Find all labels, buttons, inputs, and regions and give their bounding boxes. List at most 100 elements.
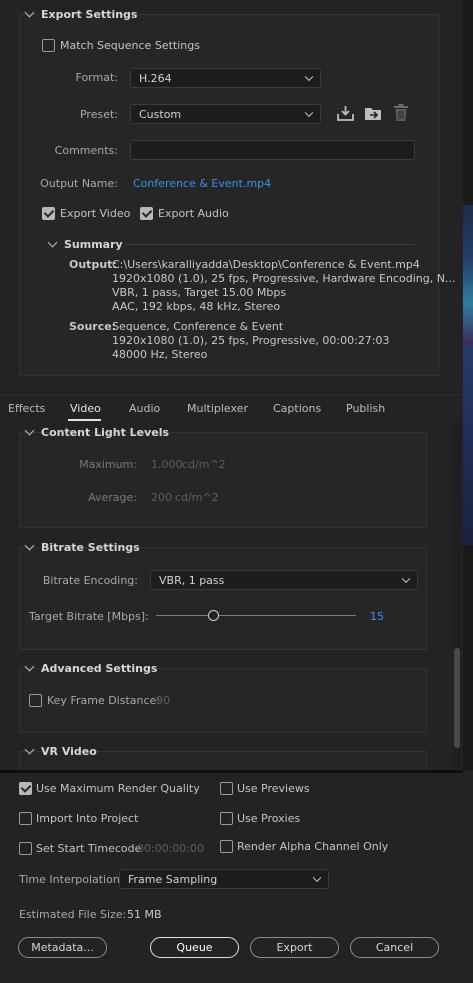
tab-publish[interactable]: Publish — [346, 402, 385, 415]
maximum-value[interactable]: 1,000 — [151, 458, 183, 471]
start-timecode-value[interactable]: 00:00:00:00 — [137, 842, 204, 855]
output-name-link[interactable]: Conference & Event.mp4 — [133, 177, 271, 190]
tab-video[interactable]: Video — [70, 402, 101, 415]
average-label: Average: — [88, 491, 137, 504]
bitrate-title: Bitrate Settings — [41, 541, 140, 554]
format-select[interactable]: H.264 — [130, 68, 321, 88]
tab-effects[interactable]: Effects — [8, 402, 45, 415]
preset-value: Custom — [139, 107, 182, 121]
export-button[interactable]: Export — [250, 937, 339, 958]
average-value[interactable]: 200 — [151, 491, 172, 504]
use-proxies-checkbox[interactable] — [220, 812, 233, 825]
key-frame-label: Key Frame Distance: — [47, 694, 161, 707]
save-preset-icon[interactable] — [336, 105, 355, 122]
bitrate-encoding-value: VBR, 1 pass — [159, 573, 225, 587]
summary-output-line: C:\Users\karalliyadda\Desktop\Conference… — [112, 258, 420, 271]
import-project-checkbox[interactable] — [19, 812, 32, 825]
summary-title: Summary — [64, 238, 123, 251]
chevron-down-icon — [24, 661, 35, 672]
delete-preset-icon[interactable] — [393, 104, 409, 122]
import-preset-icon[interactable] — [364, 105, 383, 122]
bitrate-encoding-select[interactable]: VBR, 1 pass — [150, 570, 418, 590]
slider-track — [156, 615, 356, 616]
chevron-down-icon — [47, 237, 58, 248]
target-bitrate-value[interactable]: 15 — [370, 610, 384, 623]
summary-output-line: 1920x1080 (1.0), 25 fps, Progressive, Ha… — [112, 272, 456, 285]
match-sequence-checkbox[interactable] — [42, 39, 55, 52]
summary-output-label: Output: — [69, 258, 117, 271]
export-video-label: Export Video — [60, 207, 131, 220]
advanced-header[interactable]: Advanced Settings — [24, 661, 158, 675]
bottom-divider — [0, 770, 463, 773]
queue-button[interactable]: Queue — [150, 937, 239, 958]
chevron-down-icon — [304, 72, 314, 82]
chevron-down-icon — [24, 7, 35, 18]
export-audio-label: Export Audio — [158, 207, 229, 220]
estimated-size-value: 51 MB — [127, 908, 162, 921]
time-interpolation-label: Time Interpolation: — [19, 873, 124, 886]
set-start-timecode-label: Set Start Timecode — [36, 842, 142, 855]
summary-output-line: AAC, 192 kbps, 48 kHz, Stereo — [112, 300, 281, 313]
key-frame-checkbox[interactable] — [29, 694, 42, 707]
import-project-label: Import Into Project — [36, 812, 139, 825]
export-video-checkbox[interactable] — [42, 207, 55, 220]
estimated-size-label: Estimated File Size: — [19, 908, 127, 921]
scrollbar-thumb[interactable] — [454, 648, 460, 748]
export-settings-header[interactable]: Export Settings — [24, 7, 138, 21]
content-light-panel — [19, 432, 427, 528]
advanced-title: Advanced Settings — [41, 662, 158, 675]
tab-multiplexer[interactable]: Multiplexer — [187, 402, 248, 415]
use-previews-checkbox[interactable] — [220, 782, 233, 795]
summary-divider — [125, 244, 415, 245]
maximum-label: Maximum: — [79, 458, 137, 471]
content-light-header[interactable]: Content Light Levels — [24, 425, 170, 439]
content-light-title: Content Light Levels — [41, 426, 170, 439]
key-frame-value[interactable]: 90 — [156, 694, 170, 707]
time-interpolation-select[interactable]: Frame Sampling — [119, 869, 329, 889]
match-sequence-label: Match Sequence Settings — [60, 39, 200, 52]
chevron-down-icon — [401, 574, 411, 584]
scrollbar-track[interactable] — [453, 420, 461, 768]
set-start-timecode-checkbox[interactable] — [19, 842, 32, 855]
use-max-render-label: Use Maximum Render Quality — [36, 782, 200, 795]
tab-audio[interactable]: Audio — [129, 402, 160, 415]
summary-source-line: 1920x1080 (1.0), 25 fps, Progressive, 00… — [112, 334, 390, 347]
render-alpha-label: Render Alpha Channel Only — [237, 840, 389, 853]
chevron-down-icon — [24, 744, 35, 755]
format-value: H.264 — [139, 71, 172, 85]
summary-source-label: Source: — [69, 320, 117, 333]
monitor-preview-edge — [463, 205, 473, 345]
export-audio-checkbox[interactable] — [140, 207, 153, 220]
comments-label: Comments: — [54, 144, 118, 157]
metadata-button[interactable]: Metadata... — [18, 937, 107, 958]
bitrate-panel — [19, 547, 427, 650]
cancel-button[interactable]: Cancel — [350, 937, 439, 958]
maximum-unit: cd/m^2 — [182, 458, 226, 471]
chevron-down-icon — [24, 425, 35, 436]
bitrate-header[interactable]: Bitrate Settings — [24, 540, 140, 554]
preset-select[interactable]: Custom — [130, 104, 321, 124]
vr-header[interactable]: VR Video — [24, 744, 97, 758]
comments-input[interactable] — [130, 140, 415, 160]
use-proxies-label: Use Proxies — [237, 812, 301, 825]
export-settings-title: Export Settings — [41, 8, 138, 21]
format-label: Format: — [75, 71, 118, 84]
chevron-down-icon — [24, 540, 35, 551]
use-max-render-checkbox[interactable] — [19, 782, 32, 795]
chevron-down-icon — [312, 873, 322, 883]
slider-thumb[interactable] — [208, 610, 219, 621]
tab-captions[interactable]: Captions — [273, 402, 321, 415]
chevron-down-icon — [304, 108, 314, 118]
vr-title: VR Video — [41, 745, 97, 758]
use-previews-label: Use Previews — [237, 782, 310, 795]
target-bitrate-label: Target Bitrate [Mbps]: — [29, 610, 149, 623]
summary-header[interactable]: Summary — [47, 237, 123, 251]
summary-source-line: 48000 Hz, Stereo — [112, 348, 208, 361]
tab-video-underline — [68, 419, 101, 421]
monitor-preview-edge-lower — [463, 345, 473, 545]
average-unit: cd/m^2 — [175, 491, 219, 504]
right-edge-strip — [463, 0, 473, 770]
target-bitrate-slider[interactable] — [156, 608, 356, 624]
bitrate-encoding-label: Bitrate Encoding: — [42, 574, 138, 587]
render-alpha-checkbox[interactable] — [220, 840, 233, 853]
